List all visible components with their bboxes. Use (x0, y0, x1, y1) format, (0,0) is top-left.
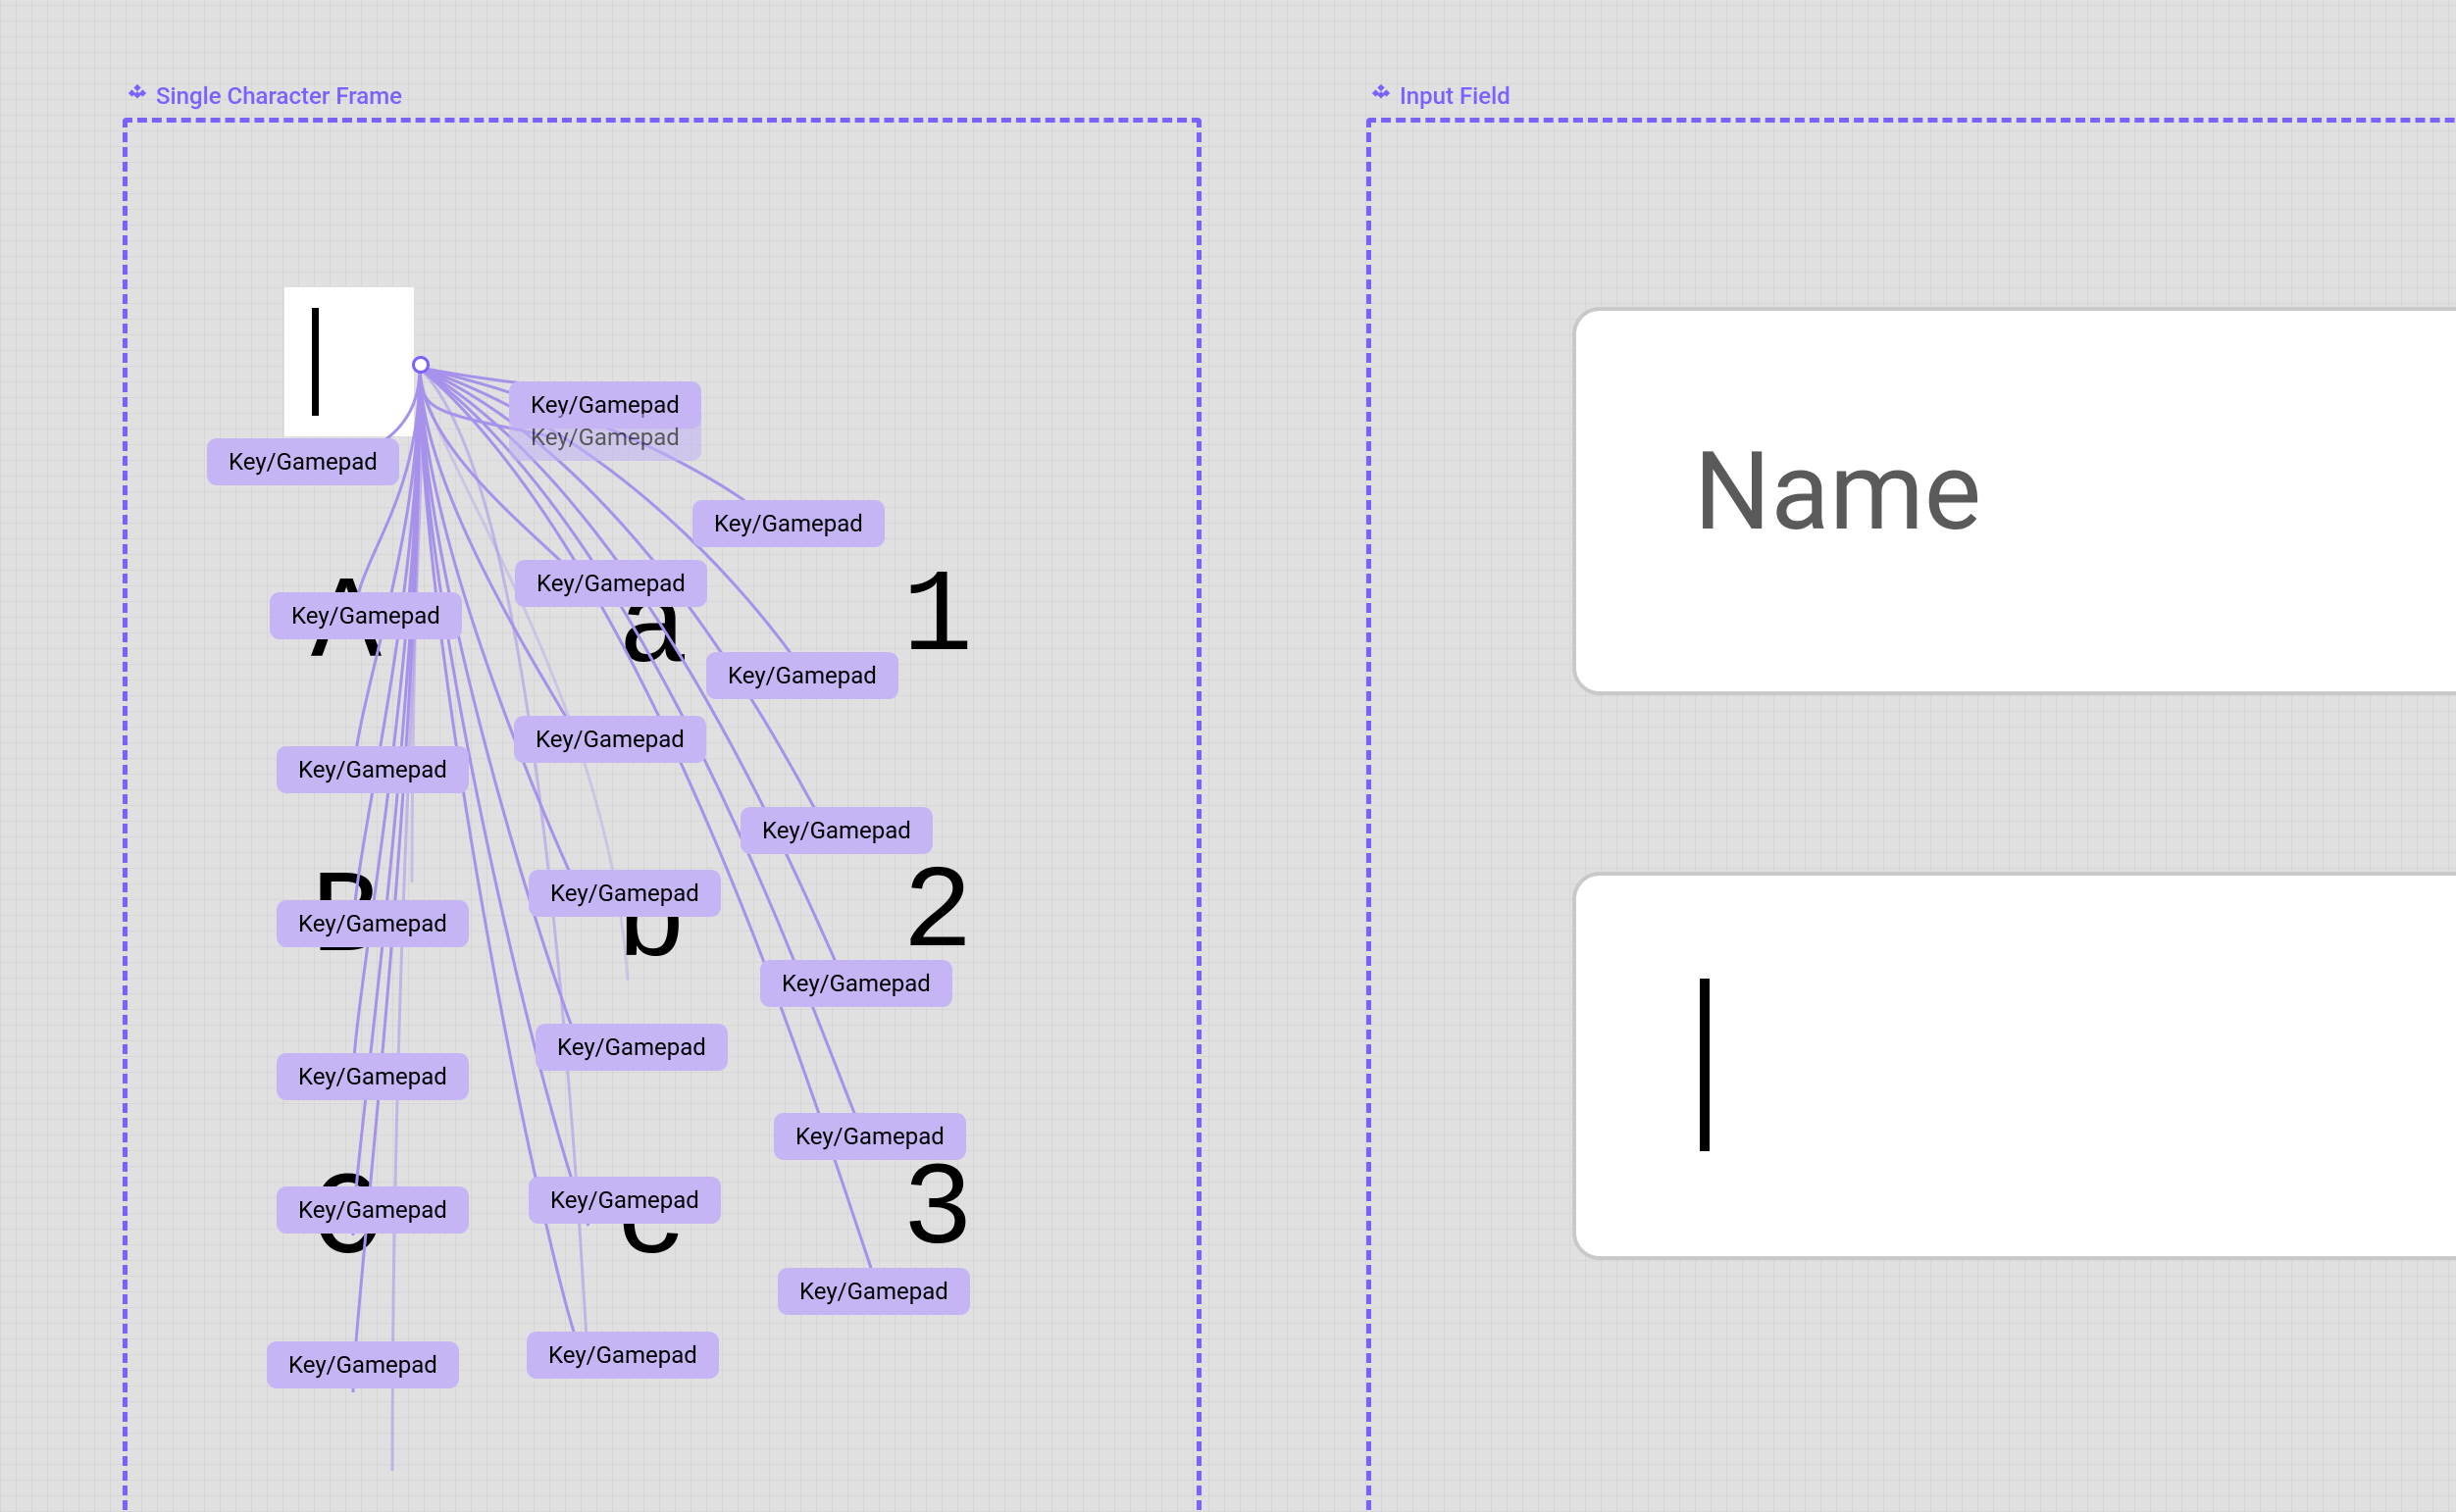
component-label-right-text: Input Field (1400, 82, 1510, 110)
design-canvas[interactable]: Single Character Frame A a 1 B b 2 C c 3 (0, 0, 2456, 1512)
interaction-badge[interactable]: Key/Gamepad (207, 438, 399, 485)
component-label-right: Input Field (1370, 82, 1510, 110)
input-placeholder: Name (1694, 428, 1981, 555)
interaction-badge[interactable]: Key/Gamepad (774, 1113, 966, 1160)
component-label-left-text: Single Character Frame (156, 82, 402, 110)
interaction-badge[interactable]: Key/Gamepad (529, 1177, 721, 1224)
interaction-badge[interactable]: Key/Gamepad (529, 870, 721, 917)
interaction-badge[interactable]: Key/Gamepad (267, 1341, 459, 1388)
character-display-box[interactable] (284, 287, 414, 436)
component-label-left: Single Character Frame (127, 82, 402, 110)
interaction-badge[interactable]: Key/Gamepad (277, 746, 469, 793)
interaction-badge[interactable]: Key/Gamepad (760, 960, 952, 1007)
interaction-badge[interactable]: Key/Gamepad (509, 414, 701, 461)
interaction-badge[interactable]: Key/Gamepad (270, 592, 462, 639)
component-icon (1370, 82, 1392, 110)
interaction-badge[interactable]: Key/Gamepad (741, 807, 933, 854)
connector-node[interactable] (412, 356, 430, 374)
char-digit-3: 3 (902, 1145, 973, 1279)
interaction-badge[interactable]: Key/Gamepad (514, 716, 706, 763)
interaction-badge[interactable]: Key/Gamepad (277, 1186, 469, 1234)
interaction-badge[interactable]: Key/Gamepad (527, 1332, 719, 1379)
interaction-badge[interactable]: Key/Gamepad (515, 560, 707, 607)
input-field-active[interactable] (1572, 872, 2456, 1260)
interaction-badge[interactable]: Key/Gamepad (277, 1053, 469, 1100)
interaction-badge[interactable]: Key/Gamepad (692, 500, 885, 547)
interaction-badge[interactable]: Key/Gamepad (706, 652, 898, 699)
char-digit-1: 1 (902, 552, 973, 685)
text-cursor-icon (312, 308, 319, 415)
interaction-badge[interactable]: Key/Gamepad (277, 900, 469, 947)
interaction-badge[interactable]: Key/Gamepad (536, 1024, 728, 1071)
text-cursor-icon (1700, 979, 1710, 1151)
input-field-name[interactable]: Name (1572, 307, 2456, 695)
component-icon (127, 82, 148, 110)
interaction-badge[interactable]: Key/Gamepad (778, 1268, 970, 1315)
